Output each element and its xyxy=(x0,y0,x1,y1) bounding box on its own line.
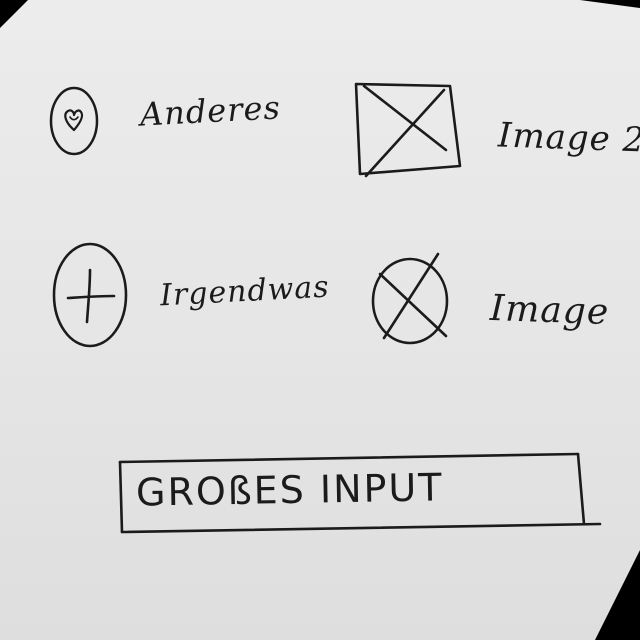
irgendwas-label: Irgendwas xyxy=(159,269,331,314)
big-input-field[interactable]: GROßES INPUT xyxy=(118,452,602,534)
image-placeholder-icon[interactable] xyxy=(350,80,468,184)
image2-label: Image 2 xyxy=(497,115,640,161)
heart-icon[interactable] xyxy=(48,84,104,160)
plus-icon[interactable] xyxy=(50,240,132,350)
big-input-value: GROßES INPUT xyxy=(135,465,444,515)
image-placeholder-icon[interactable] xyxy=(368,248,456,348)
photo-corner-top-left xyxy=(0,0,28,28)
photo-corner-bottom-right xyxy=(595,550,640,640)
anderes-label: Anderes xyxy=(139,88,282,134)
image-label: Image xyxy=(489,287,610,334)
photo-corner-top-right xyxy=(580,0,640,8)
